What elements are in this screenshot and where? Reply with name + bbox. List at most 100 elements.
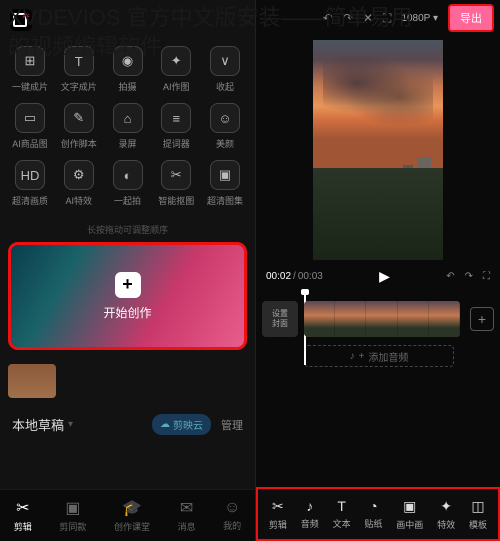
edit-icon: T [337,498,346,514]
start-create-card[interactable]: + 开始创作 [8,242,247,350]
time-display: 00:02/00:03 [266,271,323,282]
edit-贴纸[interactable]: ◔ 贴纸 [364,498,382,530]
tool-一起拍[interactable]: ◐ 一起拍 [106,160,150,207]
expand-icon[interactable]: ⛶ [483,271,490,282]
nav-icon: ▣ [65,498,80,518]
nav-剪辑[interactable]: ✂ 剪辑 [14,498,32,533]
nav-创作课堂[interactable]: 🎓 创作课堂 [114,498,150,533]
tool-label: 收起 [216,80,234,93]
tool-icon: HD [15,160,45,190]
bottom-nav: ✂ 剪辑 ▣ 剪同款 🎓 创作课堂 ✉消息 ☺ 我的 [0,489,255,541]
add-audio-track[interactable]: ♪+ 添加音频 [304,345,454,367]
nav-icon: 🎓 [122,498,142,518]
export-button[interactable]: 导出 [448,4,494,32]
tool-label: AI作图 [163,80,190,93]
edit-文本[interactable]: T 文本 [333,498,351,530]
nav-label: 剪同款 [59,520,86,533]
tool-icon: ✎ [64,103,94,133]
edit-icon: ◔ [369,498,377,514]
nav-我的[interactable]: ☺ 我的 [223,499,241,532]
tool-超清图集[interactable]: ▣ 超清图集 [203,160,247,207]
undo-small-icon[interactable]: ↶ [446,271,454,282]
edit-icon: ✦ [440,498,452,515]
tool-美颜[interactable]: ☺ 美颜 [203,103,247,150]
tool-icon: ⚙ [64,160,94,190]
tool-label: 一起拍 [114,194,141,207]
tool-label: 录屏 [118,137,136,150]
tool-label: 创作脚本 [61,137,97,150]
play-button[interactable]: ▶ [379,268,390,285]
cloud-icon: ☁ [160,419,170,430]
nav-icon: ✂ [16,498,29,518]
tool-label: 文字成片 [61,80,97,93]
tool-label: 美颜 [216,137,234,150]
drag-hint: 长按拖动可调整顺序 [0,223,255,236]
tool-提词器[interactable]: ≡ 提词器 [154,103,198,150]
edit-icon: ▣ [403,498,416,515]
nav-消息[interactable]: ✉消息 [178,498,196,533]
tool-label: 智能抠图 [158,194,194,207]
overlay-title: XVDEVIOS 官方中文版安装——简单易用的视频编辑软件 [8,4,428,61]
tool-label: 一键成片 [12,80,48,93]
edit-label: 文本 [333,517,351,530]
edit-label: 剪辑 [269,518,287,531]
tool-录屏[interactable]: ⌂ 录屏 [106,103,150,150]
edit-label: 画中画 [396,518,423,531]
music-icon: ♪ [350,351,355,362]
edit-模板[interactable]: ◫ 模板 [469,498,487,531]
draft-title[interactable]: 本地草稿▾ [12,415,73,434]
tool-icon: ⌂ [113,103,143,133]
tool-icon: ≡ [161,103,191,133]
start-create-label: 开始创作 [103,304,151,321]
tool-label: 提词器 [163,137,190,150]
add-clip-button[interactable]: + [470,307,494,331]
nav-label: 剪辑 [14,520,32,533]
edit-剪辑[interactable]: ✂ 剪辑 [269,498,287,531]
edit-label: 音频 [301,517,319,530]
tool-icon: ☺ [210,103,240,133]
edit-icon: ✂ [272,498,284,515]
nav-label: 我的 [223,519,241,532]
chevron-down-icon: ▾ [68,419,73,430]
edit-label: 贴纸 [364,517,382,530]
tool-label: 拍摄 [118,80,136,93]
tool-AI特效[interactable]: ⚙ AI特效 [57,160,101,207]
edit-特效[interactable]: ✦ 特效 [437,498,455,531]
tool-label: AI特效 [65,194,92,207]
edit-icon: ♪ [306,498,313,514]
nav-label: 创作课堂 [114,520,150,533]
timeline[interactable]: 设置封面 + ♪+ 添加音频 [256,293,500,367]
edit-画中画[interactable]: ▣ 画中画 [396,498,423,531]
cloud-button[interactable]: ☁剪映云 [152,414,211,435]
edit-toolbar: ✂ 剪辑 ♪ 音频 T 文本 ◔ 贴纸 ▣ 画中画 ✦ 特效 ◫ 模板 [256,487,500,541]
nav-icon: ☺ [224,499,240,517]
gallery-thumb[interactable] [8,364,56,398]
set-cover-button[interactable]: 设置封面 [262,301,298,337]
tool-label: AI商品图 [12,137,48,150]
edit-label: 模板 [469,518,487,531]
tool-grid: ⊞一键成片T文字成片◉拍摄✦AI作图∨收起▭AI商品图✎创作脚本⌂录屏≡提词器☺… [0,40,255,221]
tool-label: 超清图集 [207,194,243,207]
nav-label: 消息 [178,520,196,533]
tool-icon: ◐ [113,160,143,190]
gallery-strip[interactable] [8,364,247,398]
tool-icon: ▣ [210,160,240,190]
redo-small-icon[interactable]: ↷ [465,271,473,282]
tool-label: 超清画质 [12,194,48,207]
tool-智能抠图[interactable]: ✂ 智能抠图 [154,160,198,207]
tool-AI商品图[interactable]: ▭ AI商品图 [8,103,52,150]
video-preview[interactable] [313,40,443,260]
tool-创作脚本[interactable]: ✎ 创作脚本 [57,103,101,150]
tool-icon: ✂ [161,160,191,190]
edit-icon: ◫ [471,498,484,515]
tool-icon: ▭ [15,103,45,133]
edit-音频[interactable]: ♪ 音频 [301,498,319,530]
video-clip[interactable] [304,301,460,337]
edit-label: 特效 [437,518,455,531]
editor-panel: ↶ ↷ ✕ ⛶ 1080P ▾ 导出 00:02/00:03 ▶ ↶ ↷ ⛶ [255,0,500,541]
nav-剪同款[interactable]: ▣ 剪同款 [59,498,86,533]
home-panel: ⊞一键成片T文字成片◉拍摄✦AI作图∨收起▭AI商品图✎创作脚本⌂录屏≡提词器☺… [0,0,255,541]
manage-button[interactable]: 管理 [221,417,243,433]
tool-超清画质[interactable]: HD 超清画质 [8,160,52,207]
plus-icon: + [115,272,141,298]
